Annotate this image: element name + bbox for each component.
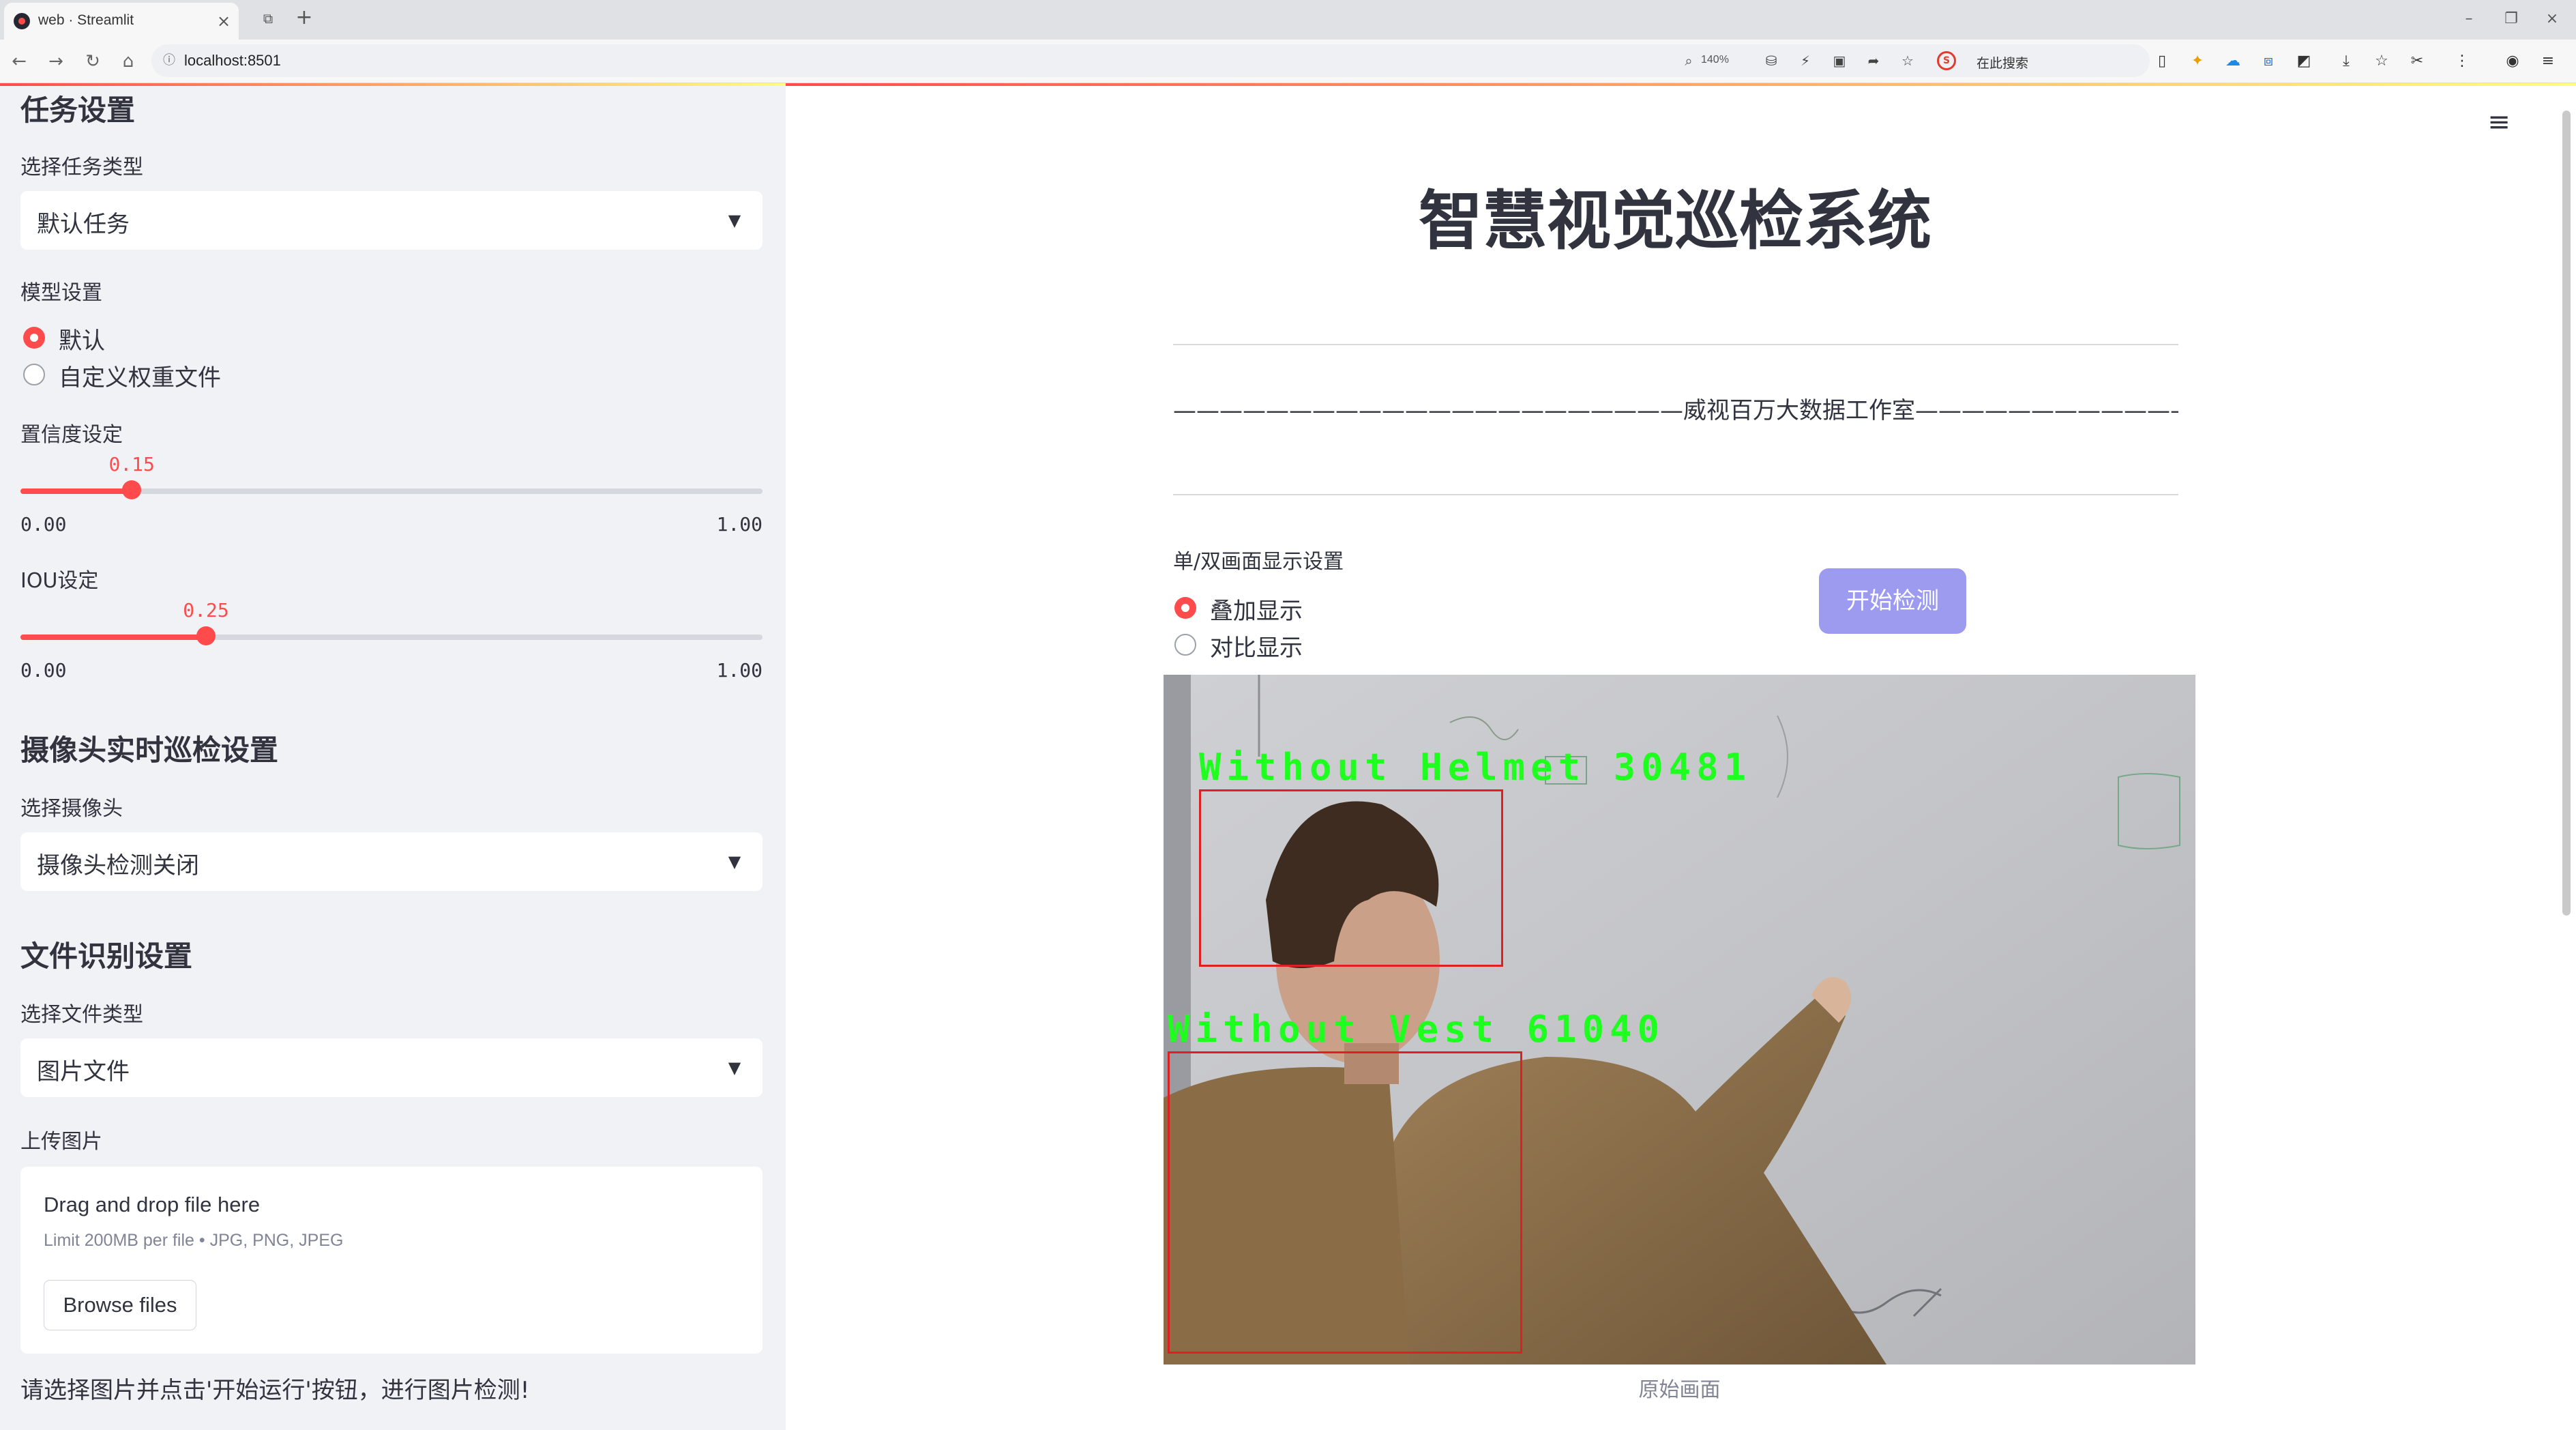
slider-max: 1.00: [716, 513, 763, 536]
model-settings-label: 模型设置: [20, 281, 102, 305]
window-close-icon[interactable]: ×: [2537, 7, 2567, 31]
camera-settings-header: 摄像头实时巡检设置: [20, 733, 279, 767]
search-box[interactable]: 在此搜索: [1977, 53, 2028, 72]
detection-label: Without Helmet 30481: [1199, 746, 1752, 789]
confidence-label: 置信度设定: [20, 423, 123, 447]
translate-ext-icon[interactable]: ⧈: [2257, 50, 2279, 72]
slider-min: 0.00: [20, 513, 67, 536]
browser-menu-icon[interactable]: ≡: [2537, 50, 2559, 72]
display-mode-option-label: 叠加显示: [1210, 598, 1303, 625]
top-decoration: [0, 83, 786, 86]
upload-label: 上传图片: [20, 1130, 102, 1154]
reader-icon[interactable]: ▣: [1829, 51, 1850, 70]
share-icon[interactable]: ➦: [1863, 51, 1884, 70]
display-mode-label: 单/双画面显示设置: [1173, 550, 1344, 574]
radio-unselected-icon[interactable]: [23, 364, 45, 385]
zoom-icon[interactable]: ⌕: [1679, 51, 1698, 70]
drop-limit: Limit 200MB per file • JPG, PNG, JPEG: [44, 1231, 344, 1250]
tab-switch-icon[interactable]: ⧉: [258, 8, 278, 29]
back-icon[interactable]: ←: [5, 48, 33, 75]
iou-slider[interactable]: 0.25 0.00 1.00: [20, 599, 763, 682]
model-option-label: 默认: [59, 327, 105, 355]
slider-fill: [20, 634, 206, 640]
profile-avatar-icon[interactable]: ◉: [2502, 50, 2523, 72]
bookmark-star-icon[interactable]: ☆: [1897, 51, 1918, 70]
reload-icon[interactable]: ↻: [79, 48, 106, 75]
start-detection-button[interactable]: 开始检测: [1819, 568, 1966, 634]
new-tab-icon[interactable]: +: [292, 5, 316, 30]
slider-thumb[interactable]: [122, 480, 142, 499]
forward-icon[interactable]: →: [42, 48, 70, 75]
tab-title: web · Streamlit: [38, 12, 134, 28]
confidence-slider[interactable]: 0.15 0.00 1.00: [20, 453, 763, 536]
task-type-select[interactable]: 默认任务 ▼: [20, 191, 763, 250]
favorites-icon[interactable]: ☆: [2371, 50, 2393, 72]
camera-select-label: 选择摄像头: [20, 797, 123, 821]
task-type-value: 默认任务: [37, 211, 130, 238]
camera-select[interactable]: 摄像头检测关闭 ▼: [20, 832, 763, 891]
image-caption: 原始画面: [1638, 1378, 1721, 1402]
chevron-down-icon: ▼: [728, 211, 741, 230]
flash-icon[interactable]: ⚡: [1795, 51, 1816, 70]
file-dropzone[interactable]: Drag and drop file here Limit 200MB per …: [20, 1167, 763, 1354]
model-option-label: 自定义权重文件: [59, 364, 221, 392]
file-settings-header: 文件识别设置: [20, 939, 193, 973]
main-content: ≡ 智慧视觉巡检系统 ——————————————————————威视百万大数据…: [786, 83, 2576, 1430]
streamlit-favicon-icon: [14, 13, 30, 29]
search-engine-icon[interactable]: S: [1937, 51, 1956, 70]
screenshot-icon[interactable]: ✂: [2406, 50, 2428, 72]
hamburger-menu-icon[interactable]: ≡: [2482, 105, 2516, 139]
cloud-icon[interactable]: ☁: [2222, 50, 2244, 72]
tab-close-icon[interactable]: ×: [211, 9, 236, 33]
bounding-box: [1168, 1051, 1522, 1354]
browser-tab[interactable]: web · Streamlit ×: [4, 3, 239, 40]
chevron-down-icon: ▼: [728, 852, 741, 871]
radio-selected-icon[interactable]: [23, 327, 45, 349]
chevron-down-icon: ▼: [728, 1058, 741, 1077]
task-settings-header: 任务设置: [20, 93, 136, 127]
translate-icon[interactable]: ⛁: [1761, 51, 1781, 70]
file-type-select[interactable]: 图片文件 ▼: [20, 1038, 763, 1097]
browser-toolbar: ← → ↻ ⌂ ⓘ localhost:8501 ⌕ 140% ⛁ ⚡ ▣ ➦ …: [0, 40, 2576, 83]
download-icon[interactable]: ⤓: [2335, 50, 2357, 72]
chart-ext-icon[interactable]: ◩: [2293, 50, 2315, 72]
file-type-value: 图片文件: [37, 1058, 130, 1085]
sidebar: 任务设置 选择任务类型 默认任务 ▼ 模型设置 默认 自定义权重文件 置信度设定…: [0, 83, 786, 1430]
slider-max: 1.00: [716, 659, 763, 682]
slider-fill: [20, 488, 132, 494]
bounding-box: [1199, 789, 1503, 967]
extension-icon[interactable]: ✦: [2187, 50, 2208, 72]
address-text[interactable]: localhost:8501: [184, 52, 281, 70]
studio-banner: ——————————————————————威视百万大数据工作室————————…: [1173, 397, 2178, 424]
home-icon[interactable]: ⌂: [115, 48, 142, 75]
minimize-icon[interactable]: –: [2454, 7, 2484, 31]
detection-label: Without Vest 61040: [1168, 1008, 1665, 1051]
address-bar[interactable]: ⓘ localhost:8501 ⌕ 140% ⛁ ⚡ ▣ ➦ ☆ S 在此搜索: [151, 44, 2150, 77]
slider-thumb[interactable]: [196, 626, 216, 645]
restore-icon[interactable]: ❐: [2496, 7, 2526, 31]
zoom-level: 140%: [1701, 54, 1729, 65]
file-type-label: 选择文件类型: [20, 1003, 143, 1027]
page-title: 智慧视觉巡检系统: [1418, 184, 1931, 259]
top-decoration: [786, 83, 2576, 86]
more-icon[interactable]: ⋮: [2451, 50, 2473, 72]
slider-value: 0.15: [108, 453, 155, 476]
divider: [1173, 344, 2178, 345]
radio-unselected-icon[interactable]: [1174, 634, 1196, 656]
slider-min: 0.00: [20, 659, 67, 682]
sidebar-hint: 请选择图片并点击'开始运行'按钮，进行图片检测!: [20, 1377, 530, 1404]
display-mode-option-label: 对比显示: [1210, 634, 1303, 662]
mobile-icon[interactable]: ▯: [2151, 50, 2173, 72]
iou-label: IOU设定: [20, 569, 99, 593]
divider: [1173, 494, 2178, 495]
drop-title: Drag and drop file here: [44, 1193, 261, 1216]
slider-value: 0.25: [183, 599, 229, 622]
camera-select-value: 摄像头检测关闭: [37, 852, 199, 879]
browser-tab-bar: web · Streamlit × ⧉ + – ❐ ×: [0, 0, 2576, 40]
task-type-label: 选择任务类型: [20, 156, 143, 179]
detection-image: Without Helmet 30481 Without Vest 61040: [1164, 675, 2195, 1365]
radio-selected-icon[interactable]: [1174, 597, 1196, 619]
page-info-icon[interactable]: ⓘ: [161, 53, 177, 69]
browse-files-button[interactable]: Browse files: [44, 1280, 196, 1330]
